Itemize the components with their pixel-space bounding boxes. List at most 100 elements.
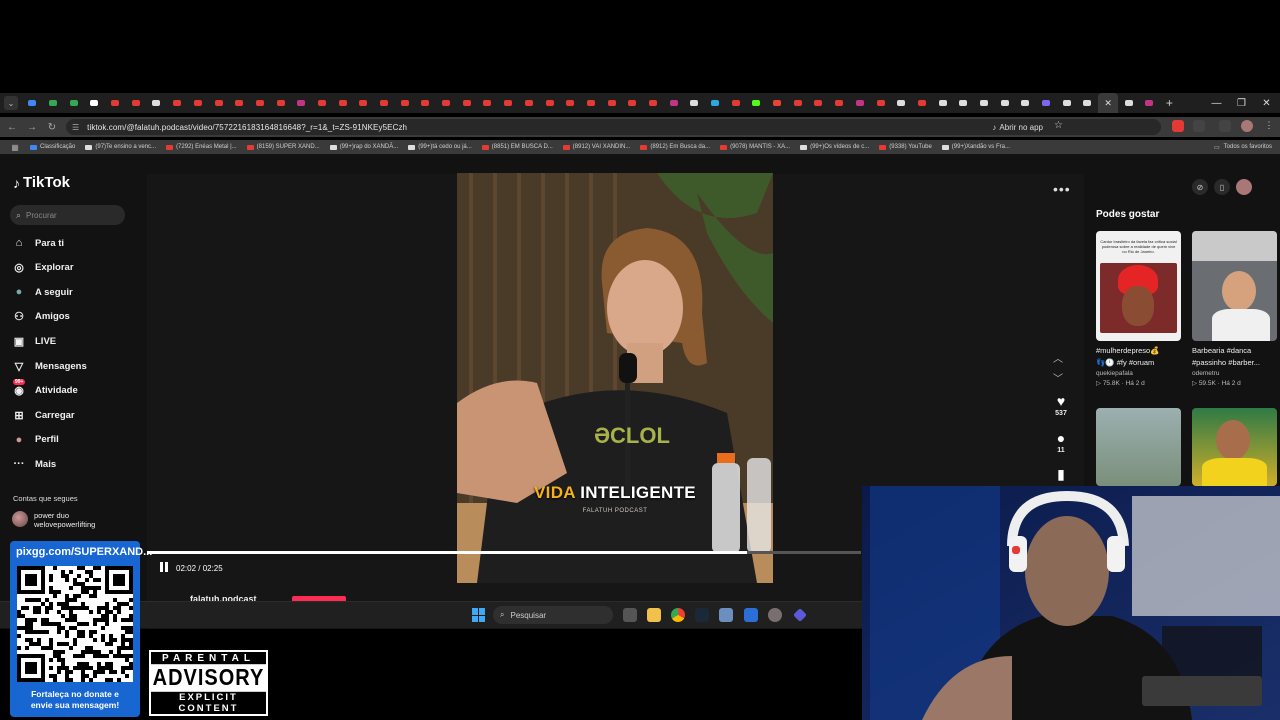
like-button[interactable]: ♥ 537 <box>1047 394 1075 417</box>
app-icon[interactable] <box>768 608 782 622</box>
browser-tab[interactable] <box>705 93 726 113</box>
search-input[interactable] <box>26 210 117 220</box>
browser-tab[interactable] <box>891 93 912 113</box>
browser-tab[interactable] <box>167 93 188 113</box>
extension-icon[interactable] <box>1219 120 1231 132</box>
sidebar-item-mensagens[interactable]: ▽ Mensagens <box>12 357 87 375</box>
browser-tab[interactable] <box>829 93 850 113</box>
taskbar-search[interactable]: ⌕ Pesquisar <box>493 606 613 624</box>
bookmark-item[interactable]: (99+)Xandão vs Fra... <box>941 144 1010 150</box>
sidebar-item-mais[interactable]: ··· Mais <box>12 455 57 473</box>
browser-tab[interactable] <box>1015 93 1036 113</box>
browser-tab[interactable] <box>974 93 995 113</box>
browser-tab[interactable] <box>808 93 829 113</box>
browser-tab[interactable] <box>601 93 622 113</box>
bookmark-item[interactable]: Classificação <box>30 144 75 150</box>
bookmark-item[interactable]: (99+)Os vídeos de c... <box>800 144 869 150</box>
browser-tab[interactable] <box>456 93 477 113</box>
browser-tab[interactable] <box>394 93 415 113</box>
close-window-icon[interactable]: ✕ <box>1254 93 1279 113</box>
browser-tab[interactable] <box>560 93 581 113</box>
settings-icon[interactable] <box>719 608 733 622</box>
tiktok-logo[interactable]: ♪ TikTok <box>13 174 70 191</box>
browser-tab[interactable] <box>519 93 540 113</box>
maximize-icon[interactable]: ❐ <box>1229 93 1254 113</box>
browser-tab[interactable] <box>105 93 126 113</box>
browser-tab[interactable] <box>146 93 167 113</box>
browser-tab[interactable] <box>43 93 64 113</box>
bookmark-star-icon[interactable]: ☆ <box>1054 120 1063 131</box>
steam-icon[interactable] <box>695 608 709 622</box>
minimize-icon[interactable]: — <box>1204 93 1229 113</box>
browser-tab[interactable] <box>63 93 84 113</box>
sidebar-item-para-ti[interactable]: ⌂ Para ti <box>12 234 64 252</box>
browser-tab[interactable] <box>84 93 105 113</box>
browser-tab[interactable] <box>374 93 395 113</box>
app-icon[interactable] <box>793 608 807 622</box>
following-account[interactable]: power duo welovepowerlifting <box>12 511 95 529</box>
browser-tab[interactable] <box>22 93 43 113</box>
file-explorer-icon[interactable] <box>647 608 661 622</box>
video-progress-bar[interactable] <box>147 551 861 554</box>
browser-tab[interactable] <box>1118 93 1139 113</box>
bookmark-item[interactable]: (99+)rap do XANDÃ... <box>329 144 398 150</box>
browser-tab[interactable] <box>250 93 271 113</box>
browser-tab[interactable] <box>684 93 705 113</box>
apps-grid-icon[interactable]: ▦ <box>0 143 30 152</box>
url-text[interactable]: tiktok.com/@falatuh.podcast/video/757221… <box>87 123 407 132</box>
chrome-icon[interactable] <box>671 608 685 622</box>
search-box[interactable]: ⌕ <box>10 205 125 225</box>
suggestion-card[interactable] <box>1192 408 1277 486</box>
browser-tab[interactable] <box>291 93 312 113</box>
browser-tab[interactable] <box>870 93 891 113</box>
sidebar-item-a-seguir[interactable]: ● A seguir <box>12 283 73 301</box>
browser-tab[interactable] <box>725 93 746 113</box>
browser-tab[interactable] <box>1077 93 1098 113</box>
browser-tab[interactable] <box>787 93 808 113</box>
device-icon[interactable]: ▯ <box>1214 179 1230 195</box>
comment-button[interactable]: ● 11 <box>1047 431 1075 454</box>
sidebar-item-perfil[interactable]: ● Perfil <box>12 431 59 449</box>
extension-icon[interactable] <box>1172 120 1184 132</box>
browser-tab[interactable] <box>498 93 519 113</box>
reload-icon[interactable]: ↻ <box>42 117 62 137</box>
sidebar-item-live[interactable]: ▣ LIVE <box>12 332 56 350</box>
browser-tab[interactable] <box>932 93 953 113</box>
extension-icon[interactable] <box>1193 120 1205 132</box>
browser-tab[interactable] <box>229 93 250 113</box>
browser-tab[interactable] <box>767 93 788 113</box>
browser-tab[interactable] <box>332 93 353 113</box>
browser-tab[interactable] <box>850 93 871 113</box>
browser-tab[interactable] <box>643 93 664 113</box>
browser-tab[interactable] <box>125 93 146 113</box>
site-info-icon[interactable]: ☰ <box>72 123 79 132</box>
video-frame[interactable]: ƏCLOL VIDA INTELIGENTE FALATUH PODCAST <box>457 173 773 583</box>
browser-tab[interactable] <box>622 93 643 113</box>
browser-tab[interactable] <box>208 93 229 113</box>
browser-tab[interactable] <box>912 93 933 113</box>
suggestion-card[interactable]: Barbearia #danca #passinho #barber... od… <box>1192 231 1277 389</box>
browser-tab[interactable] <box>1139 93 1160 113</box>
next-video-icon[interactable]: ﹀ <box>1053 370 1063 385</box>
browser-tab[interactable] <box>1036 93 1057 113</box>
browser-tab[interactable] <box>539 93 560 113</box>
browser-tab[interactable] <box>353 93 374 113</box>
bookmark-item[interactable]: (97)Te ensino a venc... <box>85 144 156 150</box>
browser-tab[interactable] <box>994 93 1015 113</box>
video-author[interactable]: falatuh.podcast <box>190 594 257 601</box>
windows-start-icon[interactable] <box>472 608 486 622</box>
bookmark-item[interactable]: (99+)tá cedo ou já... <box>408 144 472 150</box>
bookmark-item[interactable]: (8912) Em Busca da... <box>640 144 710 150</box>
open-in-app-button[interactable]: ♪ Abrir no app <box>992 119 1043 135</box>
profile-avatar-icon[interactable] <box>1241 120 1253 132</box>
browser-tab[interactable] <box>415 93 436 113</box>
sidebar-item-carregar[interactable]: ⊞ Carregar <box>12 406 74 424</box>
suggestion-card[interactable]: Cantor brasileiro da favela faz crítica … <box>1096 231 1181 389</box>
tab-search-chevron-icon[interactable]: ⌄ <box>4 96 18 110</box>
profile-avatar-icon[interactable] <box>1236 179 1252 195</box>
suggestion-card[interactable] <box>1096 408 1181 486</box>
browser-tab[interactable] <box>188 93 209 113</box>
coin-icon[interactable]: ⊘ <box>1192 179 1208 195</box>
bookmark-item[interactable]: (9338) YouTube <box>879 144 932 150</box>
back-icon[interactable]: ← <box>2 117 22 137</box>
